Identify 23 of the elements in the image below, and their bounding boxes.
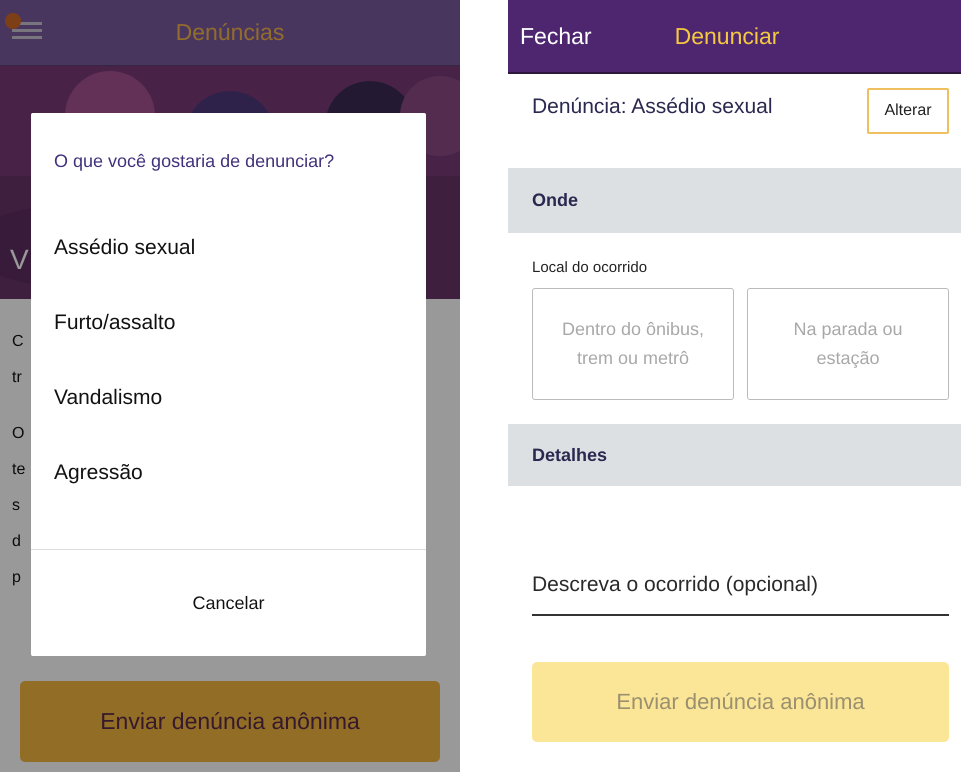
paragraph-text: p [12, 568, 21, 588]
menu-icon[interactable] [4, 12, 44, 42]
section-title: Detalhes [532, 444, 608, 466]
paragraph-text: te [12, 460, 26, 480]
dialog-title: O que você gostaria de denunciar? [54, 151, 334, 172]
option-item[interactable]: Vandalismo [54, 384, 162, 412]
paragraph-text: d [12, 532, 21, 552]
screen-title: Denúncias [176, 19, 284, 46]
field-label: Local do ocorrido [532, 259, 648, 276]
report-type: Denúncia: Assédio sexual [532, 95, 772, 119]
paragraph-text: O [12, 424, 24, 444]
paragraph-text: s [12, 496, 20, 516]
screen-title: Denunciar [674, 22, 780, 50]
option-item[interactable]: Agressão [54, 459, 143, 487]
paragraph-text: tr [12, 368, 22, 388]
option-item[interactable]: Assédio sexual [54, 234, 196, 262]
close-button[interactable]: Fechar [520, 22, 592, 50]
section-title: Onde [532, 190, 578, 211]
paragraph-text: C [12, 332, 24, 352]
change-button[interactable]: Alterar [867, 88, 949, 134]
cancel-button[interactable]: Cancelar [186, 592, 271, 614]
banner-text: V [10, 246, 29, 274]
option-item[interactable]: Furto/assalto [54, 309, 176, 337]
